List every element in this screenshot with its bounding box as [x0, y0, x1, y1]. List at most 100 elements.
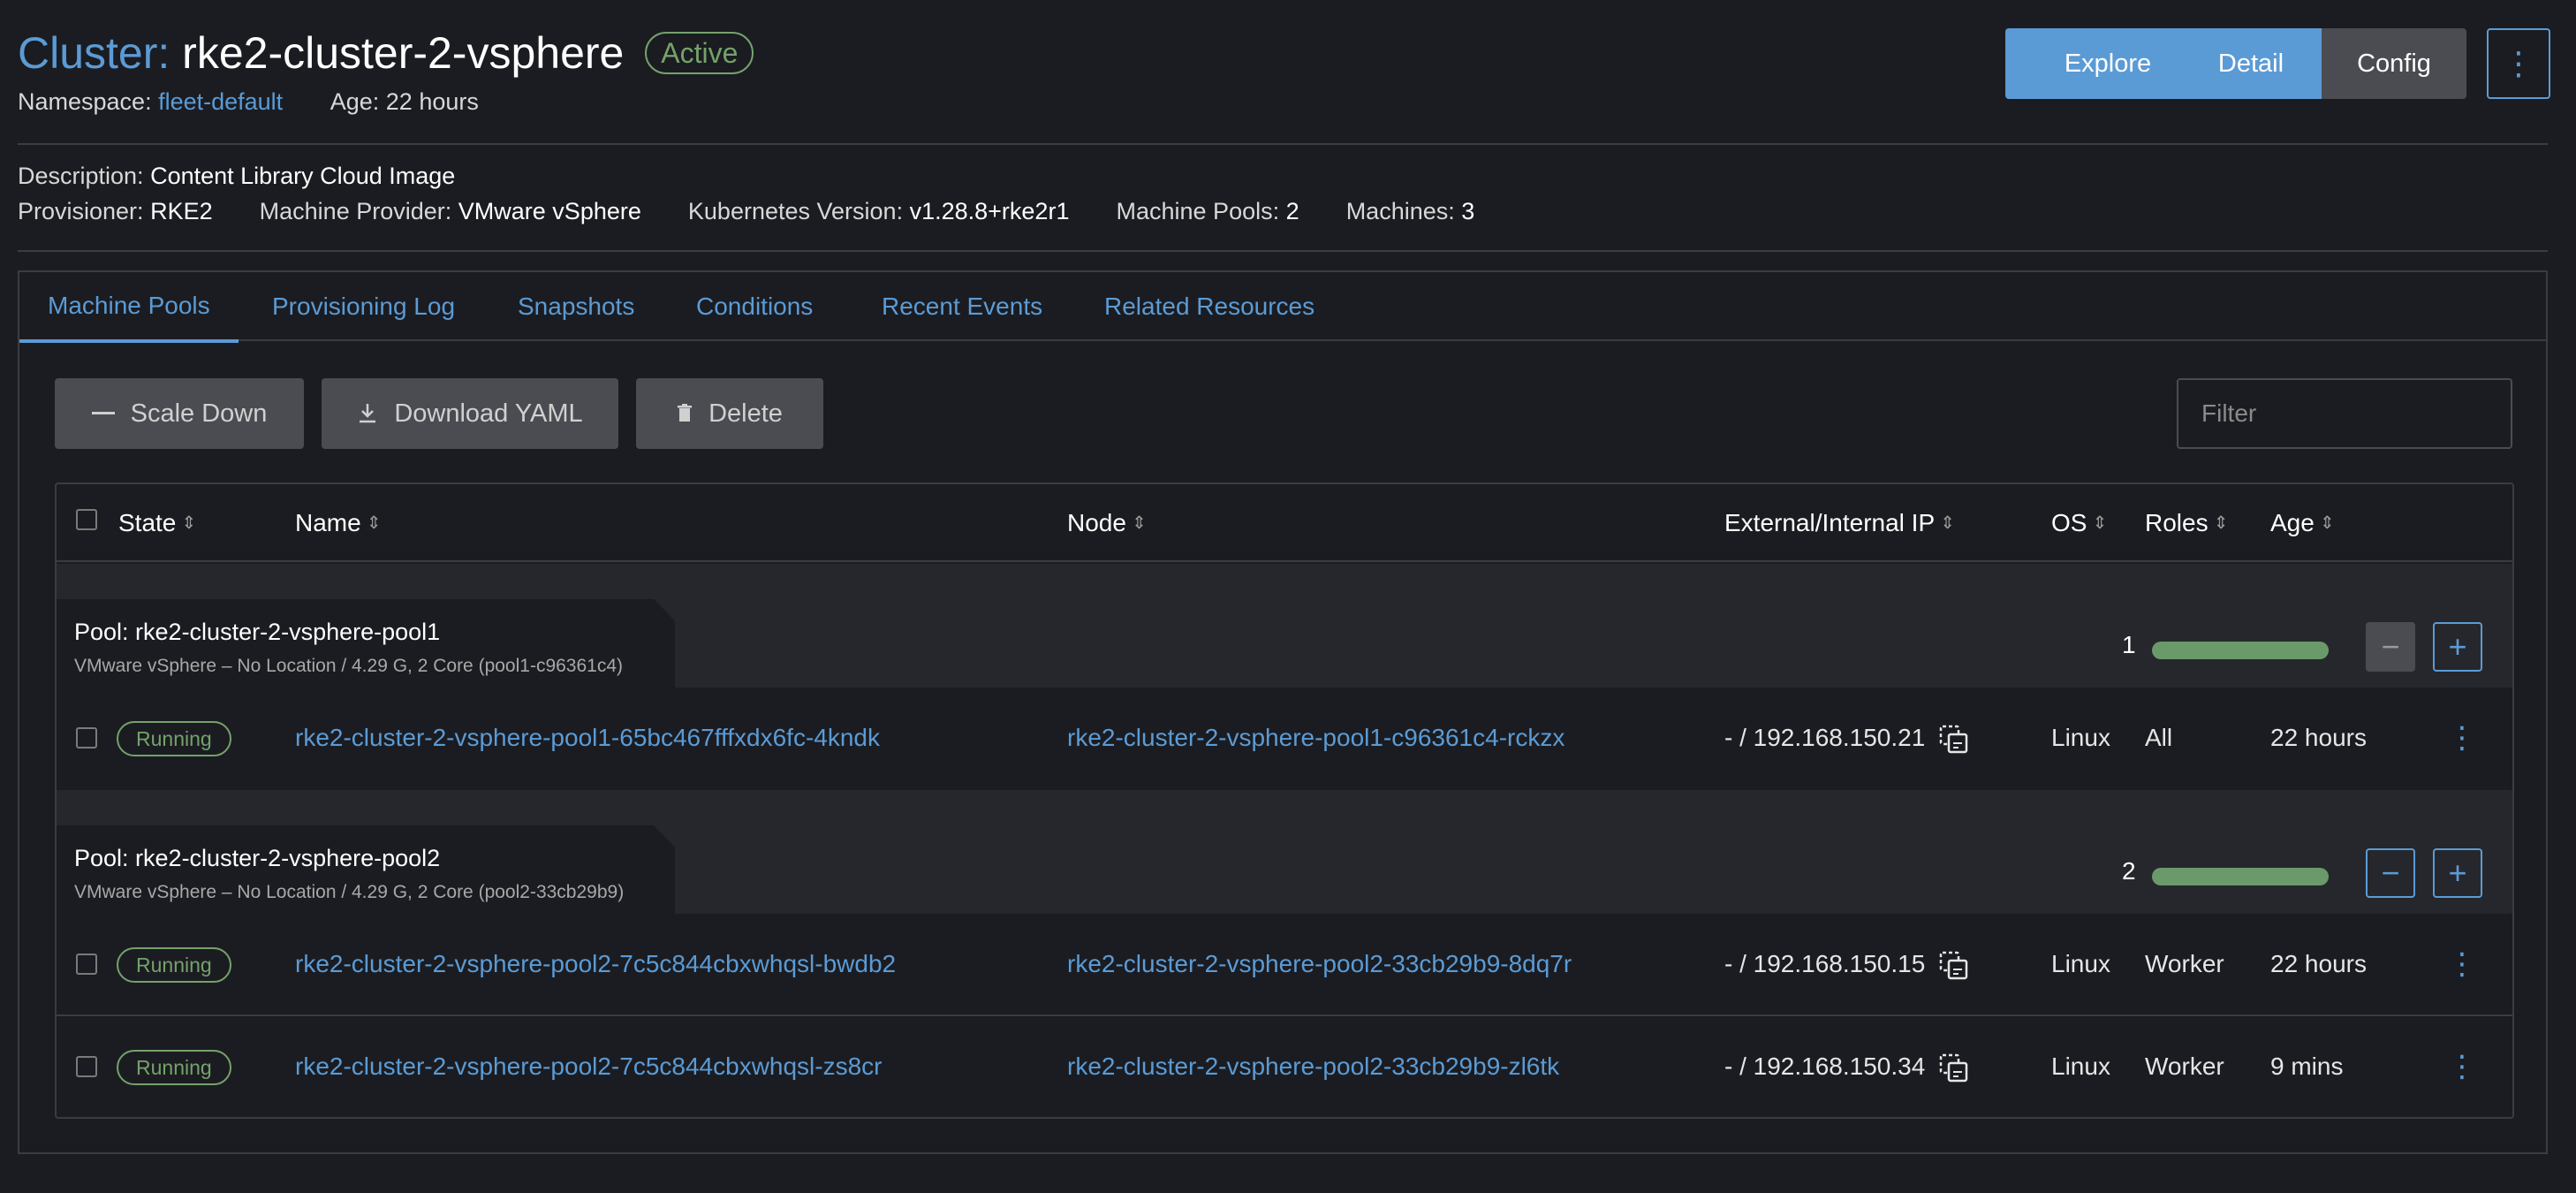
column-ip[interactable]: External/Internal IP ⇕: [1724, 484, 1955, 562]
ip-value: - / 192.168.150.15: [1724, 950, 1926, 977]
tab-snapshots[interactable]: Snapshots: [518, 272, 634, 341]
row-actions-icon[interactable]: ⋮: [2447, 1016, 2477, 1117]
description-line: Description: Content Library Cloud Image: [18, 163, 455, 190]
divider: [18, 143, 2548, 145]
table-header: State ⇕ Name ⇕ Node ⇕ External/Internal IP ⇕…: [57, 484, 2512, 562]
ip-cell: - / 192.168.150.21: [1724, 688, 1969, 788]
pool-title: Pool: rke2-cluster-2-vsphere-pool2: [74, 845, 441, 871]
copy-icon[interactable]: [1939, 1053, 1969, 1083]
delete-label: Delete: [708, 399, 783, 428]
age-cell: 22 hours: [2270, 724, 2367, 751]
state-badge: Running: [117, 947, 231, 983]
tab-bar: Machine Pools Provisioning Log Snapshots…: [19, 272, 2546, 343]
age-cell: 22 hours: [2270, 950, 2367, 977]
ip-cell: - / 192.168.150.34: [1724, 1016, 1969, 1117]
sort-icon: ⇕: [2319, 513, 2335, 533]
select-all-checkbox[interactable]: [76, 509, 97, 530]
sort-icon: ⇕: [2092, 513, 2108, 533]
machines-table: State ⇕ Name ⇕ Node ⇕ External/Internal IP ⇕…: [55, 483, 2514, 1119]
download-icon: [360, 404, 376, 423]
scale-down-button[interactable]: Scale Down: [55, 378, 304, 449]
machine-name-link[interactable]: rke2-cluster-2-vsphere-pool2-7c5c844cbxw…: [295, 1016, 883, 1117]
cluster-label: Cluster:: [18, 28, 170, 78]
copy-icon[interactable]: [1939, 951, 1969, 981]
minus-icon: −: [2381, 855, 2400, 891]
tab-related-resources[interactable]: Related Resources: [1104, 272, 1315, 341]
node-link[interactable]: rke2-cluster-2-vsphere-pool1-c96361c4-rc…: [1067, 688, 1565, 788]
column-name[interactable]: Name ⇕: [295, 484, 381, 562]
download-yaml-button[interactable]: Download YAML: [322, 378, 618, 449]
scale-down-pool-button[interactable]: −: [2366, 622, 2415, 672]
machine-pools-panel: Machine Pools Provisioning Log Snapshots…: [18, 270, 2548, 1154]
row-checkbox[interactable]: [76, 727, 97, 748]
roles-cell: Worker: [2145, 950, 2224, 977]
minus-icon: [91, 412, 115, 414]
delete-button[interactable]: Delete: [636, 378, 823, 449]
os-cell: Linux: [2051, 724, 2110, 751]
pool-subtitle: VMware vSphere – No Location / 4.29 G, 2…: [74, 882, 625, 902]
row-actions-icon[interactable]: ⋮: [2447, 914, 2477, 1014]
pool-count: 2: [2122, 857, 2136, 885]
pool-progress-bar: [2152, 642, 2329, 659]
pool-group-header: Pool: rke2-cluster-2-vsphere-pool1 VMwar…: [57, 564, 2512, 688]
state-badge: Running: [117, 721, 231, 756]
provisioner-value: RKE2: [150, 198, 213, 224]
machine-pools-label: Machine Pools:: [1116, 198, 1280, 224]
minus-icon: −: [2381, 628, 2400, 665]
scale-up-pool-button[interactable]: +: [2433, 622, 2482, 672]
detail-button[interactable]: Detail: [2180, 28, 2322, 99]
table-row: Running rke2-cluster-2-vsphere-pool2-7c5…: [57, 914, 2512, 1014]
machine-provider-label: Machine Provider:: [259, 198, 452, 224]
table-row: Running rke2-cluster-2-vsphere-pool2-7c5…: [57, 1014, 2512, 1115]
age-label: Age:: [330, 88, 380, 115]
filter-input[interactable]: [2177, 378, 2512, 449]
machines-label: Machines:: [1345, 198, 1455, 224]
scale-down-pool-button[interactable]: −: [2366, 848, 2415, 898]
k8s-version-value: v1.28.8+rke2r1: [909, 198, 1070, 224]
config-button[interactable]: Config: [2322, 28, 2466, 99]
pool-title: Pool: rke2-cluster-2-vsphere-pool1: [74, 619, 441, 645]
machine-name-link[interactable]: rke2-cluster-2-vsphere-pool1-65bc467fffx…: [295, 688, 880, 788]
namespace-link[interactable]: fleet-default: [158, 88, 283, 115]
os-cell: Linux: [2051, 1052, 2110, 1080]
namespace-label: Namespace:: [18, 88, 152, 115]
column-age[interactable]: Age ⇕: [2270, 484, 2335, 562]
node-link[interactable]: rke2-cluster-2-vsphere-pool2-33cb29b9-zl…: [1067, 1016, 1559, 1117]
copy-icon[interactable]: [1939, 725, 1969, 755]
column-node[interactable]: Node ⇕: [1067, 484, 1147, 562]
more-actions-button[interactable]: ⋮: [2487, 28, 2550, 99]
trash-icon: [678, 404, 693, 422]
ip-cell: - / 192.168.150.15: [1724, 914, 1969, 1014]
row-checkbox[interactable]: [76, 1056, 97, 1077]
machine-pools-value: 2: [1285, 198, 1299, 224]
divider: [18, 250, 2548, 252]
sort-icon: ⇕: [181, 513, 197, 533]
sort-icon: ⇕: [1131, 513, 1147, 533]
node-link[interactable]: rke2-cluster-2-vsphere-pool2-33cb29b9-8d…: [1067, 914, 1572, 1014]
description-value: Content Library Cloud Image: [150, 163, 456, 189]
column-state[interactable]: State ⇕: [118, 484, 196, 562]
scale-down-label: Scale Down: [130, 399, 268, 428]
details-line: Provisioner: RKE2 Machine Provider: VMwa…: [18, 198, 1474, 225]
tab-machine-pools[interactable]: Machine Pools: [19, 272, 239, 343]
sort-icon: ⇕: [366, 513, 382, 533]
tab-provisioning-log[interactable]: Provisioning Log: [272, 272, 455, 341]
tab-recent-events[interactable]: Recent Events: [882, 272, 1042, 341]
plus-icon: +: [2448, 855, 2467, 891]
column-os[interactable]: OS ⇕: [2051, 484, 2107, 562]
ip-value: - / 192.168.150.21: [1724, 724, 1926, 751]
download-yaml-label: Download YAML: [394, 399, 583, 428]
pool-count: 1: [2122, 631, 2136, 658]
description-label: Description:: [18, 163, 144, 189]
provisioner-label: Provisioner:: [18, 198, 144, 224]
age-value: 22 hours: [385, 88, 479, 115]
scale-up-pool-button[interactable]: +: [2433, 848, 2482, 898]
row-checkbox[interactable]: [76, 954, 97, 975]
column-roles[interactable]: Roles ⇕: [2145, 484, 2228, 562]
plus-icon: +: [2448, 628, 2467, 665]
table-row: Running rke2-cluster-2-vsphere-pool1-65b…: [57, 688, 2512, 788]
roles-cell: Worker: [2145, 1052, 2224, 1080]
tab-conditions[interactable]: Conditions: [696, 272, 813, 341]
row-actions-icon[interactable]: ⋮: [2447, 688, 2477, 788]
machine-name-link[interactable]: rke2-cluster-2-vsphere-pool2-7c5c844cbxw…: [295, 914, 896, 1014]
